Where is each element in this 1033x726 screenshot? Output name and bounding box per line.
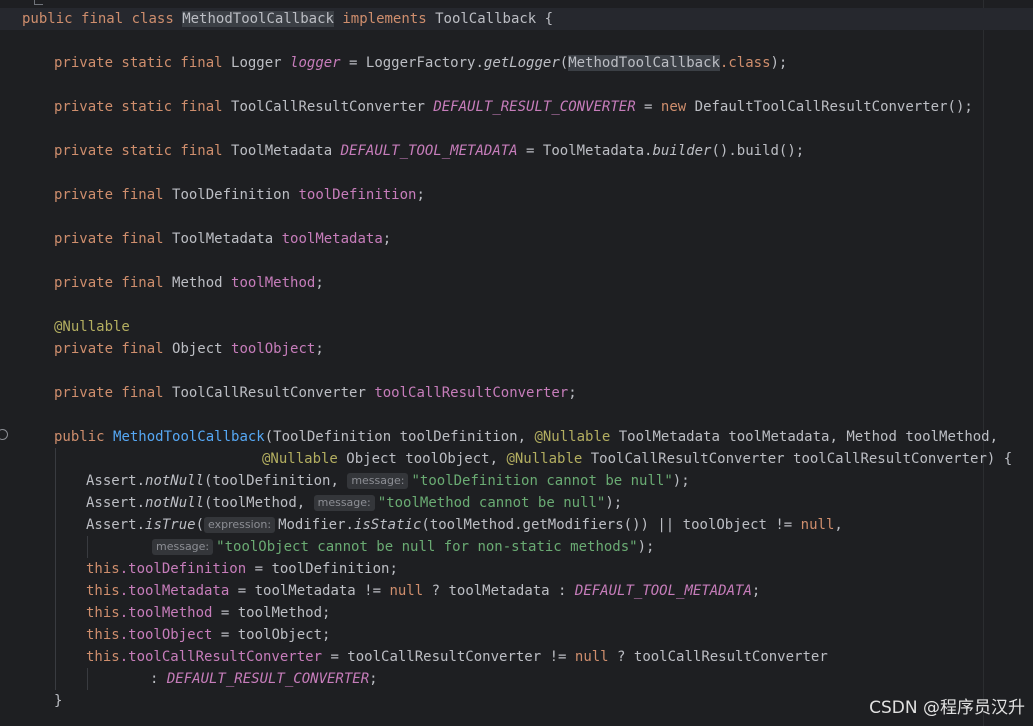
code-line-field-tool-metadata[interactable]: private final ToolMetadata toolMetadata; (54, 228, 391, 250)
code-line-assign-object[interactable]: this.toolObject = toolObject; (86, 624, 330, 646)
code-line-assert-is-true-cont[interactable]: message: "toolObject cannot be null for n… (152, 536, 654, 558)
code-line-assign-method[interactable]: this.toolMethod = toolMethod; (86, 602, 330, 624)
parameter-hint: message: (313, 495, 375, 511)
class-name: MethodToolCallback (182, 11, 334, 27)
keyword: class (131, 11, 174, 27)
code-line-close-brace[interactable]: } (54, 690, 62, 712)
code-line-assert-method[interactable]: Assert.notNull(toolMethod, message: "tool… (86, 492, 622, 514)
code-line-constructor-signature[interactable]: public MethodToolCallback(ToolDefinition… (54, 426, 998, 448)
code-line-field-tool-object[interactable]: private final Object toolObject; (54, 338, 324, 360)
code-line-annotation-nullable[interactable]: @Nullable (54, 316, 130, 338)
parameter-hint: message: (152, 539, 214, 555)
code-line-assign-definition[interactable]: this.toolDefinition = toolDefinition; (86, 558, 398, 580)
code-line-logger[interactable]: private static final Logger logger = Log… (54, 52, 787, 74)
constructor-name: MethodToolCallback (113, 429, 265, 445)
fold-marker[interactable] (34, 0, 43, 5)
right-margin-guide (983, 0, 984, 726)
keyword: final (81, 11, 124, 27)
field-name: toolMetadata (281, 231, 383, 247)
code-line-default-result-converter[interactable]: private static final ToolCallResultConve… (54, 96, 973, 118)
code-line-field-tool-definition[interactable]: private final ToolDefinition toolDefinit… (54, 184, 425, 206)
code-editor[interactable]: public final class MethodToolCallback im… (0, 0, 1033, 726)
field-name: toolDefinition (298, 187, 417, 203)
field-name: toolCallResultConverter (374, 385, 569, 401)
field-name: toolObject (231, 341, 316, 357)
code-line-assert-is-true[interactable]: Assert.isTrue(expression: Modifier.isStat… (86, 514, 843, 536)
code-line-constructor-signature-cont[interactable]: @Nullable Object toolObject, @Nullable T… (262, 448, 1012, 470)
indent-guide (87, 668, 88, 690)
interface-name: ToolCallback (435, 11, 537, 27)
field-name: toolMethod (231, 275, 316, 291)
field-name: DEFAULT_RESULT_CONVERTER (433, 99, 636, 115)
parameter-hint: expression: (204, 517, 276, 533)
field-name: DEFAULT_TOOL_METADATA (340, 143, 518, 159)
indent-guide (55, 448, 56, 690)
field-name: logger (290, 55, 341, 71)
watermark: CSDN @程序员汉升 (869, 698, 1025, 718)
code-line-field-tool-method[interactable]: private final Method toolMethod; (54, 272, 324, 294)
code-line-assert-definition[interactable]: Assert.notNull(toolDefinition, message: "… (86, 470, 690, 492)
code-line-field-tool-call-result-converter[interactable]: private final ToolCallResultConverter to… (54, 382, 577, 404)
keyword: public (22, 11, 73, 27)
keyword: implements (342, 11, 427, 27)
indent-guide (87, 536, 88, 558)
code-line-assign-converter[interactable]: this.toolCallResultConverter = toolCallR… (86, 646, 828, 668)
constructor-gutter-icon[interactable] (0, 429, 8, 440)
code-line-default-tool-metadata[interactable]: private static final ToolMetadata DEFAUL… (54, 140, 804, 162)
code-line-assign-metadata[interactable]: this.toolMetadata = toolMetadata != null… (86, 580, 760, 602)
code-line-assign-converter-cont[interactable]: : DEFAULT_RESULT_CONVERTER; (150, 668, 378, 690)
code-line-class-declaration[interactable]: public final class MethodToolCallback im… (0, 8, 1033, 30)
parameter-hint: message: (347, 473, 409, 489)
